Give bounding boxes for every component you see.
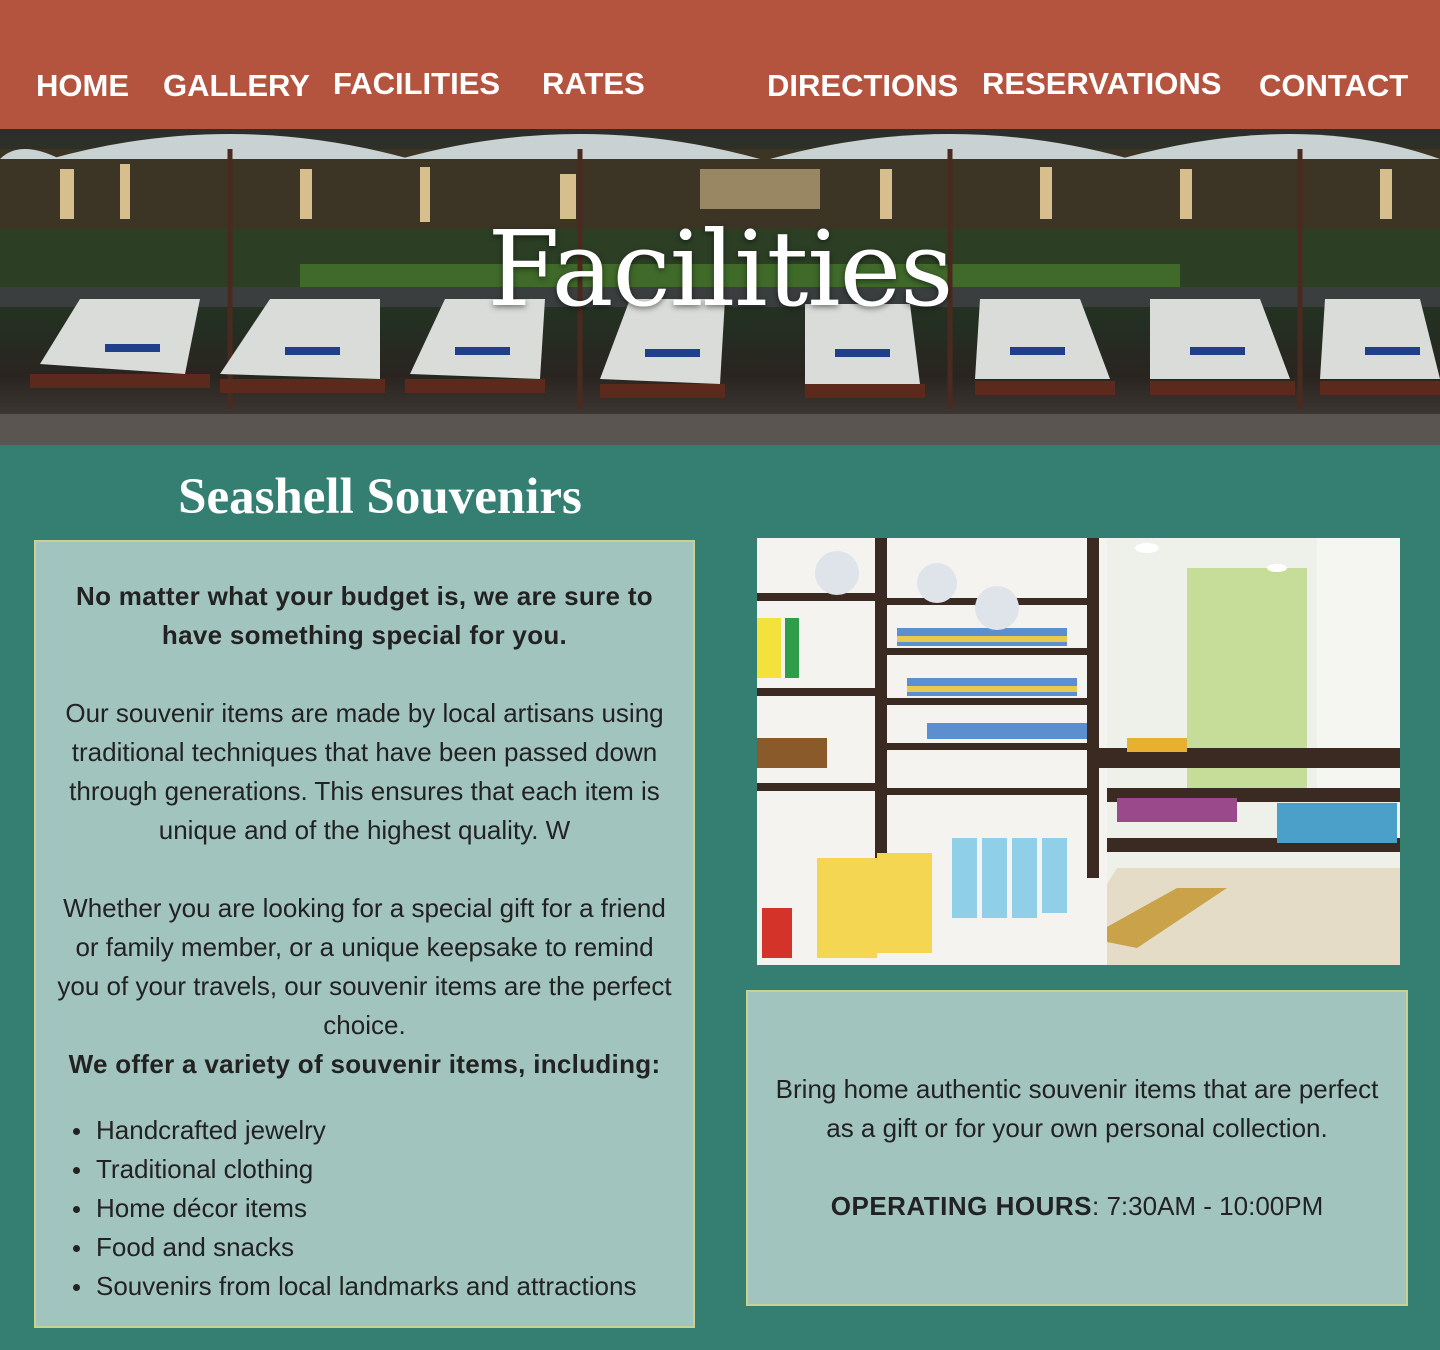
nav-facilities-link[interactable]: FACILITIES bbox=[333, 68, 500, 99]
description-line: traditional techniques that have been pa… bbox=[71, 737, 658, 767]
gift-paragraph-line: choice. bbox=[323, 1010, 406, 1040]
info-card: No matter what your budget is, we are su… bbox=[34, 540, 695, 1328]
nav-home-link[interactable]: HOME bbox=[36, 70, 129, 101]
gift-paragraph-line: you of your travels, our souvenir items … bbox=[57, 971, 672, 1001]
description-line: through generations. This ensures that e… bbox=[69, 776, 660, 806]
list-item: Home décor items bbox=[73, 1189, 693, 1228]
list-item: Handcrafted jewelry bbox=[73, 1111, 693, 1150]
list-item: Food and snacks bbox=[73, 1228, 693, 1267]
hours-intro-line-1: Bring home authentic souvenir items that… bbox=[775, 1074, 1379, 1104]
hours-intro-line-2: as a gift or for your own personal colle… bbox=[826, 1113, 1328, 1143]
nav-directions-link[interactable]: DIRECTIONS bbox=[767, 70, 958, 101]
operating-hours: OPERATING HOURS: 7:30AM - 10:00PM bbox=[748, 1187, 1406, 1226]
description-line: unique and of the highest quality. W bbox=[158, 815, 571, 845]
souvenir-item-list: Handcrafted jewelry Traditional clothing… bbox=[36, 1111, 693, 1306]
list-item: Souvenirs from local landmarks and attra… bbox=[73, 1267, 693, 1306]
section-title: Seashell Souvenirs bbox=[178, 469, 582, 525]
souvenir-shop-image bbox=[757, 538, 1400, 965]
nav-contact-link[interactable]: CONTACT bbox=[1259, 70, 1408, 101]
description-line: Our souvenir items are made by local art… bbox=[65, 698, 664, 728]
souvenir-shop-photo bbox=[757, 538, 1400, 965]
nav-rates-link[interactable]: RATES bbox=[542, 68, 645, 99]
hero-banner: Facilities bbox=[0, 129, 1440, 445]
offer-heading: We offer a variety of souvenir items, in… bbox=[68, 1049, 661, 1079]
operating-hours-label: OPERATING HOURS bbox=[830, 1191, 1093, 1221]
hero-title: Facilities bbox=[487, 208, 953, 330]
lead-text-line-2: have something special for you. bbox=[161, 620, 568, 650]
operating-hours-value: : 7:30AM - 10:00PM bbox=[1092, 1191, 1324, 1221]
lead-text-line-1: No matter what your budget is, we are su… bbox=[76, 581, 653, 611]
nav-reservations-link[interactable]: RESERVATIONS bbox=[982, 68, 1221, 99]
gift-paragraph-line: or family member, or a unique keepsake t… bbox=[75, 932, 654, 962]
hours-card: Bring home authentic souvenir items that… bbox=[746, 990, 1408, 1306]
nav-gallery-link[interactable]: GALLERY bbox=[163, 70, 310, 101]
gift-paragraph-line: Whether you are looking for a special gi… bbox=[63, 893, 666, 923]
top-navigation: HOME GALLERY FACILITIES RATES DIRECTIONS… bbox=[0, 0, 1440, 129]
list-item: Traditional clothing bbox=[73, 1150, 693, 1189]
